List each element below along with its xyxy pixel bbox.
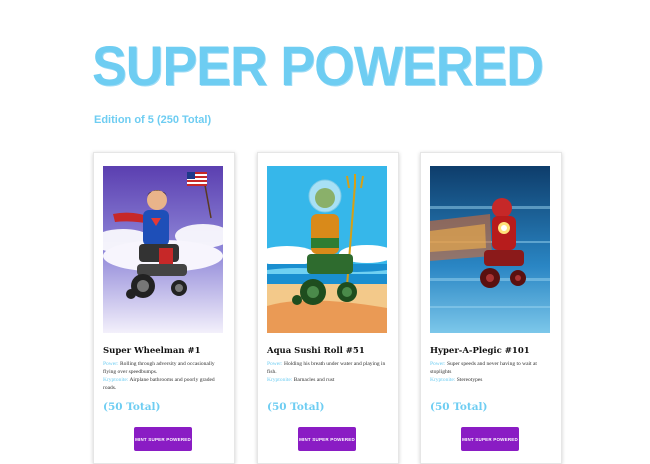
card-title: Hyper-A-Plegic #101 xyxy=(430,346,530,356)
kryptonite-label: Kryptonite: xyxy=(267,377,293,383)
power-label: Power: xyxy=(267,361,283,367)
power-text: Super speeds and never having to wait at… xyxy=(430,361,537,375)
nft-card-hyper-a-plegic: Hyper-A-Plegic #101 Power: Super speeds … xyxy=(420,152,562,464)
aqua-sushi-roll-illustration xyxy=(267,166,387,333)
card-title: Aqua Sushi Roll #51 xyxy=(267,346,365,356)
mint-button[interactable]: MINT SUPER POWERED xyxy=(134,427,192,451)
edition-total: (50 Total) xyxy=(103,401,161,413)
card-title: Super Wheelman #1 xyxy=(103,346,201,356)
power-text: Rolling through adversity and occasional… xyxy=(103,361,215,375)
edition-subtitle: Edition of 5 (250 Total) xyxy=(94,114,212,126)
mint-button[interactable]: MINT SUPER POWERED xyxy=(298,427,356,451)
kryptonite-text: Barnacles and rust xyxy=(293,377,335,383)
nft-card-super-wheelman: Super Wheelman #1 Power: Rolling through… xyxy=(93,152,235,464)
mint-button[interactable]: MINT SUPER POWERED xyxy=(461,427,519,451)
card-description: Power: Rolling through adversity and occ… xyxy=(103,360,227,392)
power-label: Power: xyxy=(103,361,119,367)
kryptonite-text: Stereotypes xyxy=(456,377,483,383)
card-description: Power: Holding his breath under water an… xyxy=(267,360,391,384)
hyper-a-plegic-illustration xyxy=(430,166,550,333)
kryptonite-label: Kryptonite: xyxy=(103,377,129,383)
card-description: Power: Super speeds and never having to … xyxy=(430,360,554,384)
edition-total: (50 Total) xyxy=(267,401,325,413)
edition-total: (50 Total) xyxy=(430,401,488,413)
page-title: SUPER POWERED xyxy=(92,34,544,97)
power-text: Holding his breath under water and playi… xyxy=(267,361,386,375)
power-label: Power: xyxy=(430,361,446,367)
super-wheelman-illustration xyxy=(103,166,223,333)
kryptonite-label: Kryptonite: xyxy=(430,377,456,383)
nft-card-aqua-sushi-roll: Aqua Sushi Roll #51 Power: Holding his b… xyxy=(257,152,399,464)
